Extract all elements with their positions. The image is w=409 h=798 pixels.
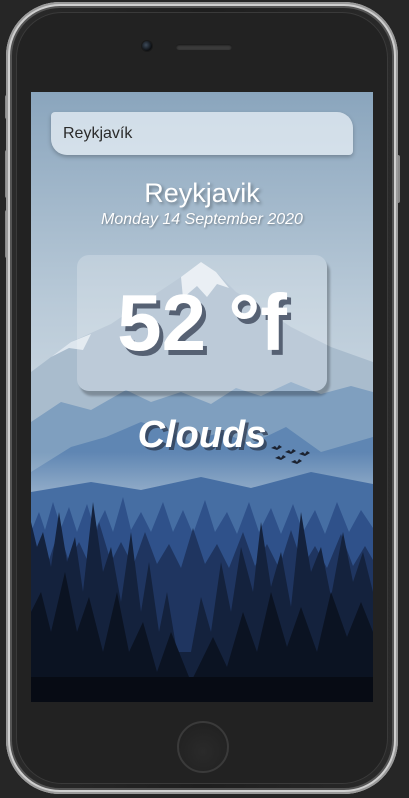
temperature-card: 52 °f xyxy=(77,255,327,391)
temperature-value: 52 °f xyxy=(117,278,287,367)
current-date: Monday 14 September 2020 xyxy=(101,211,303,228)
front-camera-icon xyxy=(142,41,152,51)
device-frame: Reykjavik Monday 14 September 2020 52 °f… xyxy=(0,0,409,798)
birds-icon xyxy=(271,445,310,464)
weather-condition: Clouds xyxy=(137,414,267,456)
location-name: Reykjavik xyxy=(144,178,260,208)
home-button[interactable] xyxy=(177,721,229,773)
app-screen: Reykjavik Monday 14 September 2020 52 °f… xyxy=(31,92,373,702)
earpiece-speaker-icon xyxy=(176,44,232,50)
city-search-input[interactable] xyxy=(51,112,353,155)
